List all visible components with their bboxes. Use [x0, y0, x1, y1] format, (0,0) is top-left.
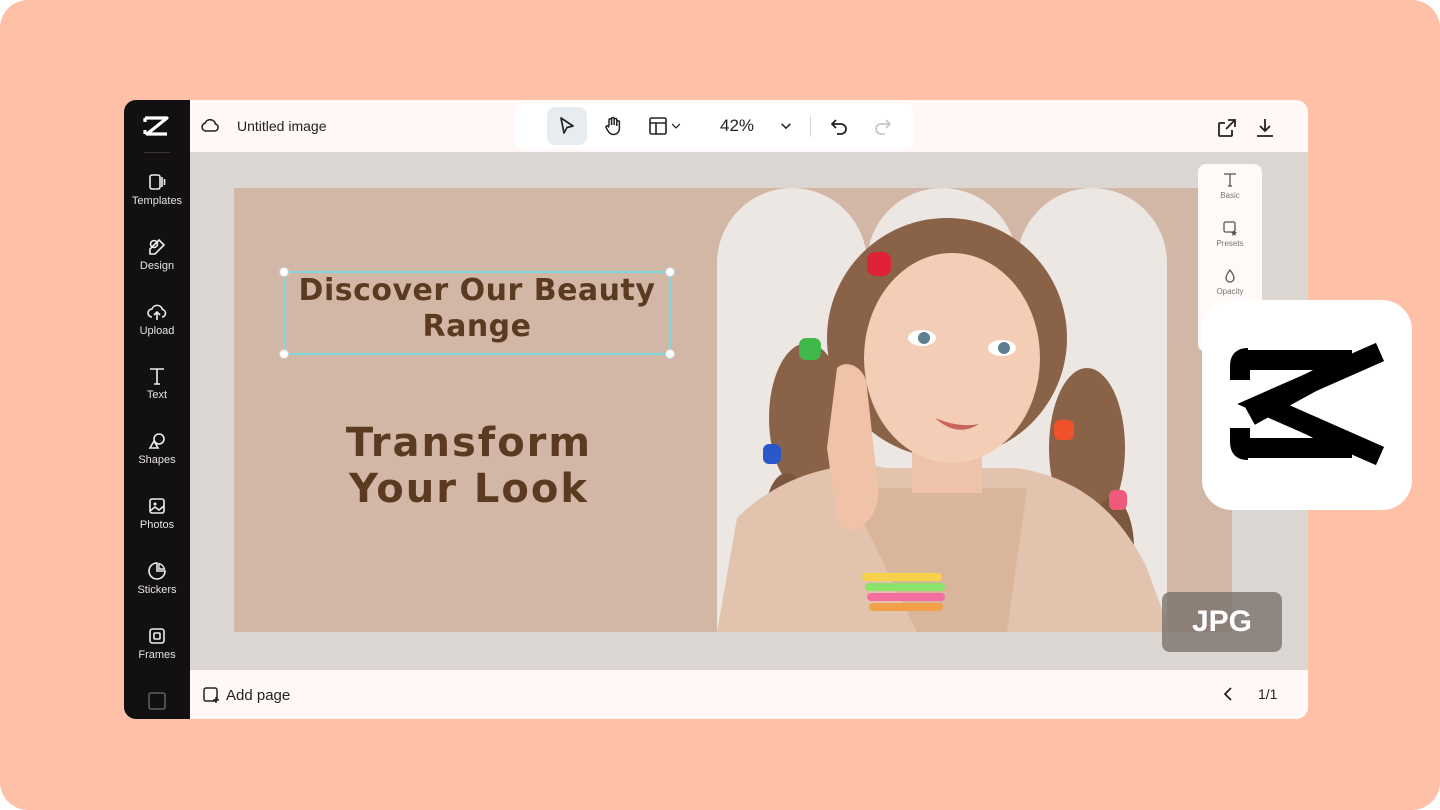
text-icon	[1224, 173, 1236, 187]
sidebar: Templates Design Upload Text Shapes Phot…	[124, 100, 190, 719]
layout-icon	[649, 117, 667, 135]
chevron-left-icon[interactable]	[1220, 685, 1238, 703]
download-icon[interactable]	[1253, 116, 1277, 140]
sidebar-item-label: Photos	[139, 519, 175, 531]
zoom-dropdown-button[interactable]	[771, 107, 801, 145]
sidebar-item-label: Shapes	[138, 454, 176, 466]
sidebar-item-upload[interactable]: Upload	[124, 302, 190, 356]
shapes-icon	[148, 433, 165, 449]
design-icon	[149, 238, 166, 255]
sidebar-item-shapes[interactable]: Shapes	[124, 431, 190, 485]
add-page-button[interactable]: Add page	[202, 686, 290, 704]
cursor-icon	[560, 117, 574, 134]
chevron-down-icon	[671, 123, 681, 129]
sidebar-item-stickers[interactable]: Stickers	[124, 561, 190, 615]
model-portrait-illustration	[717, 218, 1170, 632]
sidebar-item-text[interactable]: Text	[124, 366, 190, 420]
capcut-logo-icon[interactable]	[142, 114, 172, 138]
prop-label: Presets	[1216, 239, 1244, 248]
select-tool-button[interactable]	[547, 107, 587, 145]
layout-dropdown-button[interactable]	[639, 107, 691, 145]
templates-icon	[149, 174, 166, 190]
more-tools-icon[interactable]	[146, 690, 168, 712]
redo-icon	[875, 119, 891, 135]
hand-icon	[605, 116, 621, 136]
sidebar-item-label: Text	[146, 389, 168, 401]
sidebar-item-label: Templates	[131, 195, 183, 207]
prop-basic[interactable]: Basic	[1198, 172, 1262, 216]
canvas-tools: 42%	[515, 103, 913, 149]
editor-window: Templates Design Upload Text Shapes Phot…	[124, 100, 1308, 719]
sidebar-item-label: Upload	[139, 325, 175, 337]
prop-presets[interactable]: Presets	[1198, 220, 1262, 264]
document-title[interactable]: Untitled image	[237, 118, 327, 134]
sidebar-item-label: Frames	[138, 649, 176, 661]
redo-button[interactable]	[865, 107, 901, 145]
resize-handle[interactable]	[279, 349, 289, 359]
upload-icon	[147, 304, 167, 320]
page-counter: 1/1	[1258, 686, 1278, 702]
prop-label: Basic	[1220, 191, 1240, 200]
prop-label: Opacity	[1216, 287, 1244, 296]
top-toolbar: Untitled image 42%	[190, 100, 1308, 152]
undo-button[interactable]	[821, 107, 857, 145]
sidebar-item-design[interactable]: Design	[124, 237, 190, 291]
bottom-bar: Add page 1/1	[190, 670, 1308, 719]
subheadline-line: Your Look	[349, 466, 589, 512]
presets-icon	[1223, 221, 1237, 236]
sidebar-item-templates[interactable]: Templates	[124, 172, 190, 226]
undo-icon	[831, 119, 847, 135]
chevron-down-icon	[781, 123, 791, 130]
add-page-label: Add page	[226, 686, 291, 704]
sidebar-item-label: Stickers	[137, 584, 177, 596]
toolbar-divider	[810, 115, 811, 137]
design-canvas[interactable]: Discover Our Beauty Range Transform Your…	[234, 188, 1232, 632]
sidebar-item-label: Design	[139, 260, 175, 272]
resize-handle[interactable]	[665, 349, 675, 359]
frames-icon	[149, 628, 165, 644]
model-photo[interactable]	[717, 188, 1170, 632]
add-page-icon	[203, 687, 219, 703]
subheadline-text[interactable]: Transform Your Look	[294, 420, 644, 512]
sidebar-item-frames[interactable]: Frames	[124, 626, 190, 680]
format-badge: JPG	[1162, 592, 1282, 652]
share-icon[interactable]	[1215, 116, 1239, 140]
sidebar-item-photos[interactable]: Photos	[124, 496, 190, 550]
opacity-icon	[1225, 268, 1235, 283]
text-icon	[150, 368, 164, 385]
headline-text[interactable]: Discover Our Beauty Range	[283, 273, 671, 345]
photos-icon	[149, 498, 165, 514]
cloud-sync-icon[interactable]	[200, 116, 220, 136]
hand-tool-button[interactable]	[593, 107, 633, 145]
subheadline-line: Transform	[345, 420, 593, 466]
capcut-logo-icon	[1230, 342, 1385, 466]
stickers-icon	[148, 562, 166, 580]
sidebar-divider	[144, 152, 170, 153]
capcut-logo-card	[1202, 300, 1412, 510]
zoom-level[interactable]: 42%	[720, 116, 754, 136]
